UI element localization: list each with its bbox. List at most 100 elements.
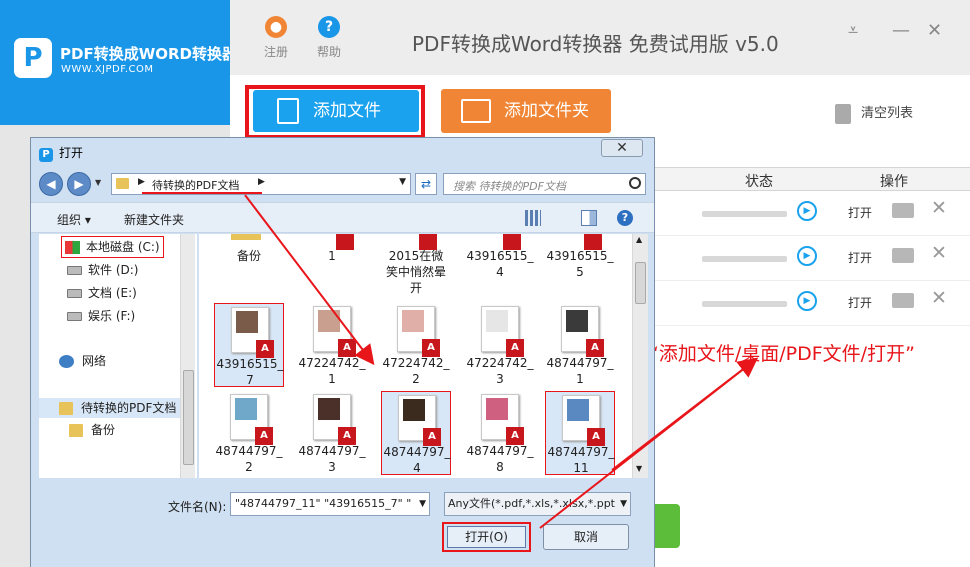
play-icon[interactable]: ▶: [797, 291, 817, 311]
drive-icon: [67, 266, 82, 275]
preview-pane-icon[interactable]: [581, 210, 597, 226]
tree-item-label: 文档 (E:): [88, 286, 137, 300]
file-item-48744797-2[interactable]: A 48744797_ 2: [214, 391, 284, 475]
search-input[interactable]: 搜索 待转换的PDF文档: [443, 173, 646, 195]
close-icon[interactable]: ✕: [927, 20, 942, 41]
photo-icon: [402, 310, 424, 332]
play-icon[interactable]: ▶: [797, 246, 817, 266]
folder-icon: [231, 234, 261, 240]
instruction-text: 点“添加文件/桌面/PDF文件/打开”: [630, 343, 915, 365]
photo-icon: [403, 399, 425, 421]
scrollbar-thumb[interactable]: [635, 262, 646, 304]
file-item-48744797-3[interactable]: A 48744797_ 3: [297, 391, 367, 475]
open-link[interactable]: 打开: [848, 249, 872, 266]
new-folder-button[interactable]: 新建文件夹: [124, 211, 184, 228]
delete-icon[interactable]: ✕: [931, 242, 947, 264]
chevron-down-icon[interactable]: ▼: [419, 493, 426, 515]
scrollbar-thumb[interactable]: [183, 370, 194, 465]
search-icon[interactable]: [629, 177, 641, 189]
filetype-value: Any文件(*.pdf,*.xls,*.xlsx,*.ppt: [448, 497, 615, 510]
tree-item-backup[interactable]: 备份: [69, 420, 115, 440]
refresh-icon[interactable]: ⇄: [415, 173, 437, 195]
photo-icon: [318, 398, 340, 420]
folder-icon[interactable]: [892, 293, 914, 308]
delete-icon[interactable]: ✕: [931, 287, 947, 309]
play-icon[interactable]: ▶: [797, 201, 817, 221]
photo-icon: [318, 310, 340, 332]
tree-item-local-disk-c[interactable]: 本地磁盘 (C:): [61, 236, 164, 258]
app-title: PDF转换成Word转换器 免费试用版 v5.0: [412, 32, 779, 56]
back-icon[interactable]: ◀: [39, 172, 63, 196]
table-row: ▶ 打开 ✕: [655, 281, 970, 326]
file-item-48744797-8[interactable]: A 48744797_ 8: [465, 391, 535, 475]
file-item-47224742-3[interactable]: A 47224742_ 3: [465, 303, 535, 387]
photo-icon: [567, 399, 589, 421]
scroll-up-icon[interactable]: ▲: [636, 235, 642, 244]
file-item-48744797-1[interactable]: A 48744797_ 1: [545, 303, 615, 387]
tree-item-drive-d[interactable]: 软件 (D:): [67, 260, 138, 280]
file-item-43916515-7[interactable]: A 43916515_ 7: [214, 303, 284, 387]
progress-bar: [702, 256, 787, 262]
filetype-select[interactable]: Any文件(*.pdf,*.xls,*.xlsx,*.ppt ▼: [444, 492, 631, 516]
drive-icon: [67, 312, 82, 321]
file-item-48744797-11[interactable]: A 48744797_ 11: [545, 391, 615, 475]
delete-icon[interactable]: ✕: [931, 197, 947, 219]
drive-icon: [67, 289, 82, 298]
list-item[interactable]: 备份: [214, 248, 284, 264]
add-file-button[interactable]: 添加文件: [253, 90, 419, 132]
pdf-thumbnail: A: [397, 306, 440, 357]
list-item[interactable]: 43916515_ 5: [545, 248, 615, 280]
photo-icon: [236, 311, 258, 333]
list-item[interactable]: 43916515_ 4: [465, 248, 535, 280]
tree-item-drive-f[interactable]: 娱乐 (F:): [67, 306, 135, 326]
tree-item-network[interactable]: 网络: [59, 351, 106, 371]
folder-icon[interactable]: [892, 203, 914, 218]
clear-list-button[interactable]: 清空列表: [835, 102, 913, 124]
user-icon: ●: [265, 16, 287, 38]
breadcrumb[interactable]: 待转换的PDF文档: [152, 177, 239, 193]
tree-item-drive-e[interactable]: 文档 (E:): [67, 283, 137, 303]
open-link[interactable]: 打开: [848, 204, 872, 221]
register-button[interactable]: ● 注册: [256, 16, 296, 60]
address-bar[interactable]: ▶ 待转换的PDF文档 ▶ ▼: [111, 173, 411, 195]
view-options-icon[interactable]: [525, 210, 541, 226]
cancel-button[interactable]: 取消: [543, 524, 629, 550]
file-list-scrollbar[interactable]: ▲ ▼: [632, 234, 648, 478]
help-icon[interactable]: ?: [617, 210, 633, 226]
folder-icon[interactable]: [892, 248, 914, 263]
folder-icon: [461, 99, 491, 123]
skin-dropdown-icon[interactable]: ⩡: [848, 20, 858, 41]
add-folder-label: 添加文件夹: [504, 101, 589, 121]
open-link[interactable]: 打开: [848, 294, 872, 311]
chevron-down-icon[interactable]: ▼: [399, 177, 406, 187]
tree-item-pdf-folder[interactable]: 待转换的PDF文档: [39, 398, 180, 418]
add-folder-button[interactable]: 添加文件夹: [441, 89, 611, 133]
file-item-48744797-4[interactable]: A 48744797_ 4: [381, 391, 451, 475]
scroll-down-icon[interactable]: ▼: [636, 464, 642, 473]
file-item-47224742-1[interactable]: A 47224742_ 1: [297, 303, 367, 387]
file-table-header: 状态 操作: [655, 167, 970, 191]
pdf-badge-icon: [584, 234, 602, 250]
chevron-down-icon[interactable]: ▼: [618, 493, 627, 515]
chevron-right-icon[interactable]: ▶: [138, 177, 145, 187]
filename-value: "48744797_11" "43916515_7" ": [235, 497, 412, 510]
app-logo-icon: P: [14, 38, 52, 78]
filename-input[interactable]: "48744797_11" "43916515_7" " ▼: [230, 492, 430, 516]
organize-menu[interactable]: 组织 ▾: [57, 211, 91, 228]
history-dropdown-icon[interactable]: ▼: [95, 178, 101, 187]
photo-icon: [566, 310, 588, 332]
pdf-thumbnail: A: [481, 306, 524, 357]
pdf-file-icon: [397, 234, 437, 250]
open-button[interactable]: 打开(O): [447, 526, 526, 548]
list-item[interactable]: 1: [297, 248, 367, 264]
chevron-right-icon[interactable]: ▶: [258, 177, 265, 187]
forward-icon[interactable]: ▶: [67, 172, 91, 196]
minimize-icon[interactable]: —: [892, 20, 910, 41]
file-item-47224742-2[interactable]: A 47224742_ 2: [381, 303, 451, 387]
navigation-scrollbar[interactable]: [180, 234, 195, 478]
file-label: 47224742_ 1: [298, 356, 366, 386]
list-item[interactable]: 2015在微 笑中悄然晕 开: [381, 248, 451, 296]
dialog-close-button[interactable]: ✕: [601, 139, 643, 157]
help-button[interactable]: ? 帮助: [309, 16, 349, 60]
photo-icon: [486, 310, 508, 332]
